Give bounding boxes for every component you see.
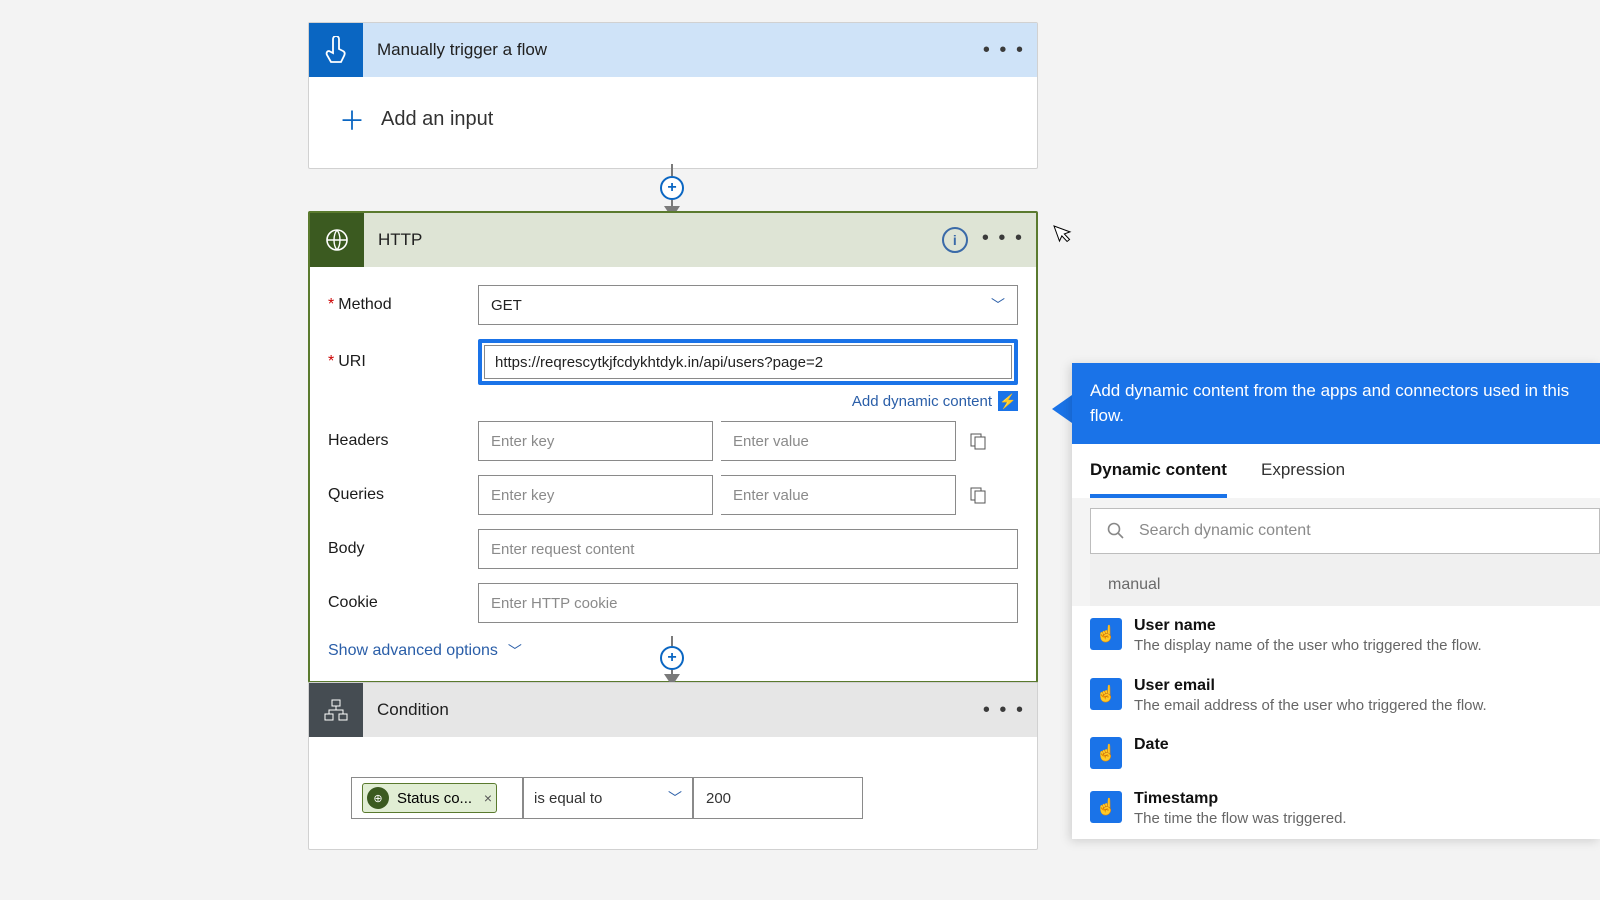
manual-trigger-icon: ☝ (1090, 678, 1122, 710)
condition-card: Condition • • • ⊕ Status co... × is equa… (308, 682, 1038, 850)
dynamic-item-timestamp[interactable]: ☝ Timestamp The time the flow was trigge… (1072, 779, 1600, 839)
dynamic-search-input[interactable]: Search dynamic content (1090, 508, 1600, 554)
method-label: *Method (328, 296, 478, 314)
panel-pointer (1052, 395, 1072, 423)
manual-trigger-icon: ☝ (1090, 618, 1122, 650)
http-header[interactable]: HTTP i • • • (310, 213, 1036, 267)
trigger-header[interactable]: Manually trigger a flow • • • (309, 23, 1037, 77)
tab-expression[interactable]: Expression (1261, 460, 1345, 498)
chevron-down-icon: ﹀ (668, 788, 682, 808)
dynamic-content-list: ☝ User name The display name of the user… (1072, 606, 1600, 839)
method-value: GET (491, 297, 522, 314)
manual-trigger-icon (309, 23, 363, 77)
connector: + (670, 164, 674, 218)
cookie-label: Cookie (328, 594, 478, 612)
globe-icon: ⊕ (367, 787, 389, 809)
chevron-down-icon: ﹀ (508, 641, 522, 661)
search-icon (1107, 522, 1125, 540)
headers-value-input[interactable]: Enter value (721, 421, 956, 461)
uri-input[interactable]: https://reqrescytkjfcdykhtdyk.in/api/use… (484, 345, 1012, 379)
headers-label: Headers (328, 432, 478, 450)
body-label: Body (328, 540, 478, 558)
add-dynamic-content-link[interactable]: Add dynamic content ⚡ (852, 391, 1018, 411)
tab-dynamic-content[interactable]: Dynamic content (1090, 460, 1227, 498)
manual-trigger-icon: ☝ (1090, 737, 1122, 769)
condition-operator-select[interactable]: is equal to ﹀ (523, 777, 693, 819)
http-title: HTTP (364, 230, 942, 250)
dynamic-panel-header: Add dynamic content from the apps and co… (1072, 363, 1600, 444)
method-select[interactable]: GET ﹀ (478, 285, 1018, 325)
dynamic-item-date[interactable]: ☝ Date (1072, 725, 1600, 779)
body-input[interactable]: Enter request content (478, 529, 1018, 569)
add-input-button[interactable]: ＋ Add an input (309, 77, 1037, 168)
condition-menu-button[interactable]: • • • (983, 699, 1025, 722)
headers-key-input[interactable]: Enter key (478, 421, 713, 461)
condition-header[interactable]: Condition • • • (309, 683, 1037, 737)
http-menu-button[interactable]: • • • (982, 227, 1024, 253)
queries-label: Queries (328, 486, 478, 504)
mouse-cursor (1053, 220, 1076, 246)
trigger-menu-button[interactable]: • • • (983, 39, 1025, 62)
headers-copy-button[interactable] (964, 432, 992, 450)
plus-icon: ＋ (339, 101, 365, 138)
status-code-token[interactable]: ⊕ Status co... × (362, 783, 497, 813)
manual-trigger-icon: ☝ (1090, 791, 1122, 823)
globe-icon (310, 213, 364, 267)
dynamic-content-panel: Add dynamic content from the apps and co… (1072, 363, 1600, 839)
uri-field-focus: https://reqrescytkjfcdykhtdyk.in/api/use… (478, 339, 1018, 385)
queries-key-input[interactable]: Enter key (478, 475, 713, 515)
queries-value-input[interactable]: Enter value (721, 475, 956, 515)
http-card: HTTP i • • • *Method GET ﹀ *URI (308, 211, 1038, 683)
queries-copy-button[interactable] (964, 486, 992, 504)
connector: + (670, 636, 674, 686)
trigger-title: Manually trigger a flow (363, 40, 983, 60)
add-input-label: Add an input (381, 108, 493, 131)
uri-label: *URI (328, 353, 478, 371)
condition-value-input[interactable]: 200 (693, 777, 863, 819)
cookie-input[interactable]: Enter HTTP cookie (478, 583, 1018, 623)
condition-title: Condition (363, 700, 983, 720)
insert-step-button[interactable]: + (660, 176, 684, 200)
dynamic-content-icon: ⚡ (998, 391, 1018, 411)
branch-icon (309, 683, 363, 737)
chevron-down-icon: ﹀ (991, 295, 1005, 315)
info-icon[interactable]: i (942, 227, 968, 253)
trigger-card: Manually trigger a flow • • • ＋ Add an i… (308, 22, 1038, 169)
dynamic-item-user-email[interactable]: ☝ User email The email address of the us… (1072, 666, 1600, 726)
insert-step-button[interactable]: + (660, 646, 684, 670)
condition-left-operand[interactable]: ⊕ Status co... × (351, 777, 523, 819)
remove-token-button[interactable]: × (484, 790, 492, 806)
dynamic-item-user-name[interactable]: ☝ User name The display name of the user… (1072, 606, 1600, 666)
dynamic-section-label: manual (1090, 554, 1600, 606)
